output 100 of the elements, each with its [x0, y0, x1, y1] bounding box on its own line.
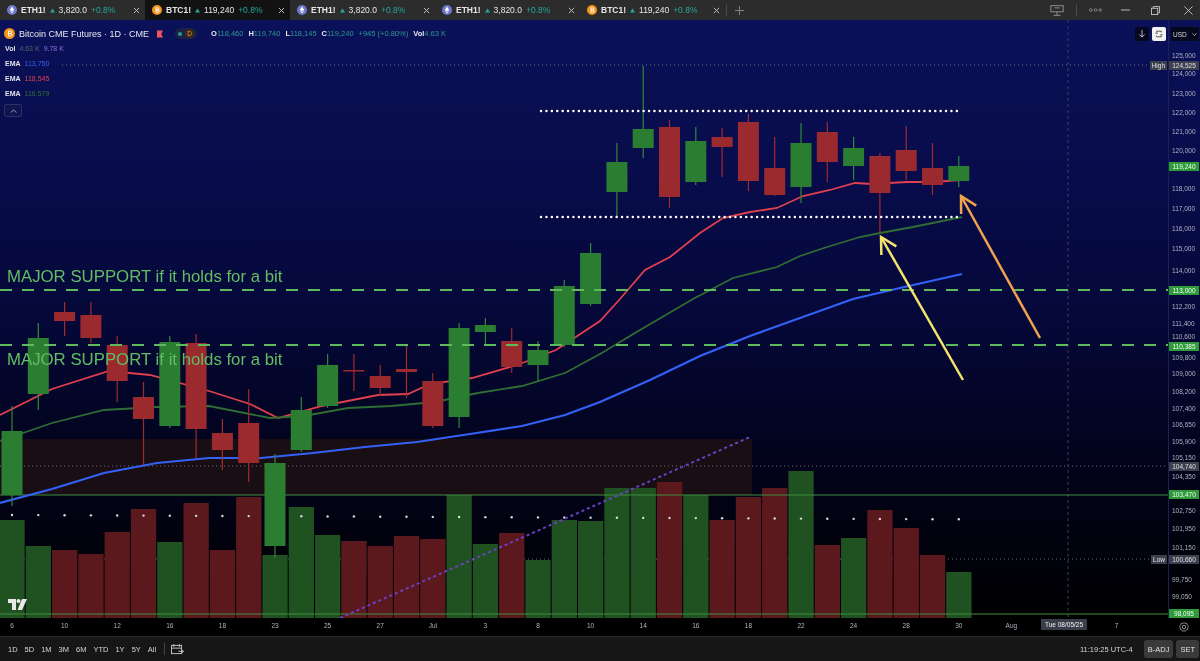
volume-bar: [78, 554, 104, 618]
coin-icon: [7, 5, 17, 15]
volume-average-dot: [799, 517, 803, 520]
volume-average-dot: [484, 515, 487, 519]
volume-average-dot: [589, 516, 592, 519]
tab[interactable]: BTC1! 119,240 +0.8%: [580, 0, 725, 20]
volume-average-dot: [747, 517, 750, 520]
volume-average-dot: [510, 516, 513, 519]
volume-average-dot: [379, 515, 382, 518]
more-icon[interactable]: [1089, 8, 1102, 12]
candle: [211, 418, 233, 471]
coin-icon: [587, 5, 597, 15]
volume-average-dot: [89, 514, 93, 517]
chevron-up-icon: [9, 108, 17, 113]
flag-icon[interactable]: [157, 29, 164, 38]
volume-bar: [919, 555, 946, 618]
close-icon[interactable]: [133, 6, 140, 14]
candle: [527, 340, 549, 383]
close-icon[interactable]: [423, 6, 430, 14]
up-triangle-icon: [484, 7, 490, 13]
candle: [317, 353, 339, 409]
tab[interactable]: ETH1! 3,820.0 +0.8%: [290, 0, 435, 20]
candle: [396, 344, 417, 399]
volume-average-dot: [852, 517, 855, 521]
volume-average-dot: [642, 516, 645, 520]
symbol-title[interactable]: Bitcoin CME Futures · 1D · CME: [19, 28, 150, 39]
volume-average-dot: [773, 517, 776, 520]
candle: [895, 125, 917, 181]
candle: [764, 136, 786, 197]
volume-average-dot: [326, 515, 329, 518]
volume-average-dot: [957, 518, 960, 521]
coin-icon: [442, 5, 452, 15]
candle: [580, 242, 602, 307]
settings-icon[interactable]: [1179, 622, 1189, 632]
calendar-icon[interactable]: [171, 643, 185, 655]
status-dot-icon: [178, 31, 183, 36]
sync-button[interactable]: [1152, 27, 1166, 41]
volume-average-dot: [247, 514, 250, 518]
arrow-down-icon: [1138, 30, 1146, 38]
volume-average-dot: [63, 514, 66, 517]
candle: [343, 353, 365, 392]
up-triangle-icon: [630, 7, 636, 13]
volume-average-dot: [10, 513, 14, 517]
download-button[interactable]: [1135, 27, 1149, 41]
close-icon[interactable]: [278, 6, 285, 14]
volume-average-dot: [457, 515, 461, 519]
candle: [290, 396, 312, 453]
volume-average-dot: [931, 518, 934, 521]
volume-average-dot: [615, 516, 619, 519]
candle: [922, 142, 943, 196]
volume-average-dot: [116, 514, 119, 517]
volume-bar: [946, 572, 972, 618]
volume-average-dot: [905, 517, 908, 521]
restore-icon[interactable]: [1151, 5, 1160, 15]
volume-average-dot: [536, 516, 540, 519]
candle: [843, 136, 865, 181]
tab[interactable]: ETH1! 3,820.0 +0.8%: [0, 0, 145, 20]
coin-icon: [152, 5, 162, 15]
volume-average-dot: [168, 514, 171, 517]
close-icon[interactable]: [713, 6, 720, 14]
up-triangle-icon: [339, 7, 345, 13]
up-triangle-icon: [195, 7, 201, 13]
volume-average-dot: [878, 517, 882, 521]
monitor-icon[interactable]: [1050, 4, 1064, 16]
volume-average-dot: [694, 516, 697, 520]
candle: [54, 301, 76, 337]
volume-average-dot: [405, 515, 408, 518]
candle: [80, 301, 102, 344]
close-icon[interactable]: [1184, 5, 1193, 15]
candle: [948, 155, 970, 188]
volume-average-dot: [431, 515, 434, 519]
up-triangle-icon: [49, 7, 55, 13]
candle: [685, 126, 707, 186]
coin-icon: [4, 28, 15, 39]
volume-average-dot: [221, 514, 224, 518]
volume-average-dot: [352, 515, 356, 518]
candle: [553, 279, 575, 348]
volume-bar: [25, 546, 51, 618]
tab[interactable]: ETH1! 3,820.0 +0.8%: [435, 0, 580, 20]
volume-average-dot: [668, 516, 671, 520]
candle: [711, 127, 733, 178]
volume-average-dot: [37, 513, 40, 517]
annotation-text: MAJOR SUPPORT if it holds for a bit: [7, 267, 283, 287]
tab[interactable]: BTC1! 119,240 +0.8%: [145, 0, 290, 20]
volume-average-dot: [194, 514, 198, 518]
candle: [816, 121, 838, 183]
volume-average-dot: [563, 516, 566, 519]
volume-average-dot: [826, 517, 829, 520]
caret-icon: [1192, 32, 1197, 36]
volume-average-dot: [300, 515, 303, 518]
plus-icon[interactable]: [735, 5, 744, 15]
candle: [369, 364, 391, 397]
coin-icon: [297, 5, 307, 15]
close-icon[interactable]: [568, 6, 575, 14]
candle: [422, 372, 444, 429]
volume-average-dot: [720, 517, 724, 520]
sync-icon: [1155, 30, 1163, 38]
candle: [501, 327, 523, 374]
volume-bar: [52, 550, 78, 618]
volume-average-dot: [142, 514, 145, 517]
